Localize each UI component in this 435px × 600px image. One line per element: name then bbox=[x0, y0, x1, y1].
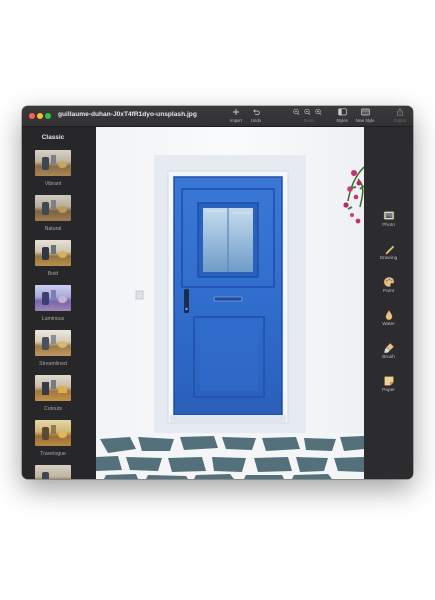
photo-icon bbox=[364, 210, 413, 222]
preset-travelogue[interactable]: Travelogue bbox=[35, 420, 71, 457]
preset-label: Luminous bbox=[41, 316, 65, 322]
preset-label: Streamlined bbox=[39, 361, 67, 367]
preset-label: Travelogue bbox=[40, 451, 66, 457]
tool-label: Paint bbox=[383, 289, 394, 294]
preset-thumbnail bbox=[35, 150, 71, 176]
preset-thumbnail bbox=[35, 240, 71, 266]
preset-thumbnail bbox=[35, 465, 71, 479]
export-button[interactable]: Export bbox=[388, 108, 412, 126]
preset-thumbnail bbox=[35, 195, 71, 221]
export-label: Export bbox=[393, 118, 407, 123]
preset-streamlined[interactable]: Streamlined bbox=[35, 330, 71, 367]
tool-label: Brush bbox=[382, 355, 395, 360]
preset-thumbnail bbox=[35, 285, 71, 311]
pencil-icon bbox=[364, 243, 413, 255]
tool-drawing[interactable]: Drawing bbox=[364, 243, 413, 261]
tools-panel: Photo Drawing Paint Water Brush Paper bbox=[364, 127, 413, 479]
styles-label: Styles bbox=[336, 118, 348, 123]
tool-label: Water bbox=[382, 322, 395, 327]
title-bar: guillaume-duhan-J0xT4fR1dyo-unsplash.jpg… bbox=[22, 106, 413, 127]
tool-paint[interactable]: Paint bbox=[364, 276, 413, 294]
new-style-button[interactable]: New Style bbox=[352, 108, 378, 126]
preset-natural[interactable]: Natural bbox=[35, 195, 71, 232]
new-style-label: New Style bbox=[355, 118, 375, 123]
water-drop-icon bbox=[364, 309, 413, 321]
tool-label: Drawing bbox=[379, 256, 398, 261]
preset-thumbnail bbox=[35, 330, 71, 356]
tool-paper[interactable]: Paper bbox=[364, 375, 413, 393]
zoom-window-button[interactable] bbox=[45, 113, 51, 119]
preset-thumbnail bbox=[35, 375, 71, 401]
preset-vibrant[interactable]: Vibrant bbox=[35, 150, 71, 187]
palette-icon bbox=[364, 276, 413, 288]
tool-label: Paper bbox=[382, 388, 395, 393]
undo-button[interactable]: Undo bbox=[244, 108, 268, 126]
preset-label: Natural bbox=[44, 226, 62, 232]
undo-icon bbox=[244, 108, 268, 117]
preset-label: Vibrant bbox=[44, 181, 62, 187]
app-window: guillaume-duhan-J0xT4fR1dyo-unsplash.jpg… bbox=[22, 106, 413, 479]
close-window-button[interactable] bbox=[29, 113, 35, 119]
zoom-label: Zoom bbox=[303, 118, 315, 123]
tool-label: Photo bbox=[382, 223, 395, 228]
paper-icon bbox=[364, 375, 413, 387]
share-icon bbox=[388, 108, 412, 117]
painting-canvas[interactable] bbox=[96, 127, 364, 479]
new-style-icon bbox=[352, 108, 378, 117]
preset-thumbnail bbox=[35, 420, 71, 446]
styles-button[interactable]: Styles bbox=[330, 108, 354, 126]
tool-photo[interactable]: Photo bbox=[364, 210, 413, 228]
preset-bold[interactable]: Bold bbox=[35, 240, 71, 277]
minimize-window-button[interactable] bbox=[37, 113, 43, 119]
undo-label: Undo bbox=[250, 118, 261, 123]
watercolor-door-image bbox=[96, 127, 364, 479]
brush-icon bbox=[364, 342, 413, 354]
zoom-icons bbox=[292, 108, 326, 117]
sidebar-section-title: Classic bbox=[41, 134, 65, 141]
preset-label: Cutouts bbox=[44, 406, 62, 412]
window-title: guillaume-duhan-J0xT4fR1dyo-unsplash.jpg bbox=[58, 111, 197, 118]
preset-label: Bold bbox=[47, 271, 59, 277]
styles-sidebar: Classic Vibrant Natural Bold Luminous St… bbox=[22, 127, 96, 479]
preset-partial[interactable] bbox=[35, 465, 71, 479]
sidebar-icon bbox=[330, 108, 354, 117]
tool-brush[interactable]: Brush bbox=[364, 342, 413, 360]
preset-luminous[interactable]: Luminous bbox=[35, 285, 71, 322]
tool-water[interactable]: Water bbox=[364, 309, 413, 327]
preset-cutouts[interactable]: Cutouts bbox=[35, 375, 71, 412]
zoom-control[interactable]: Zoom bbox=[292, 108, 326, 126]
